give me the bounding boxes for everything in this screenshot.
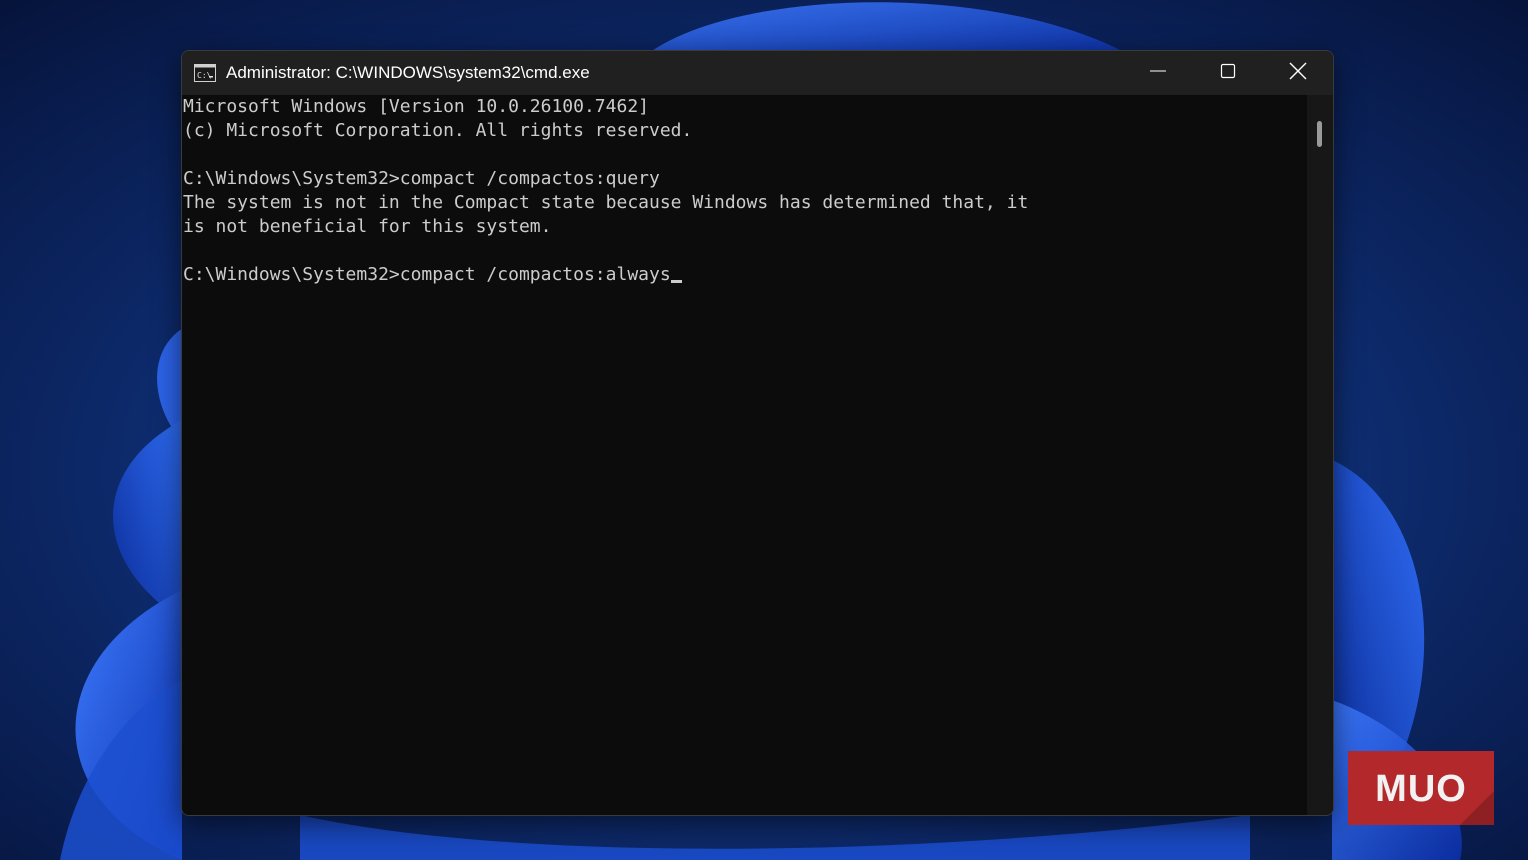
vertical-scrollbar[interactable] [1307, 95, 1333, 815]
console-line: Microsoft Windows [Version 10.0.26100.74… [183, 96, 649, 117]
console-line: C:\Windows\System32>compact /compactos:q… [183, 168, 660, 189]
text-cursor [670, 280, 682, 283]
console-line: (c) Microsoft Corporation. All rights re… [183, 120, 693, 141]
muo-logo-text: MUO [1375, 768, 1467, 810]
current-command: C:\Windows\System32>compact /compactos:a… [183, 264, 671, 285]
console-line: is not beneficial for this system. [183, 216, 552, 237]
scrollbar-thumb[interactable] [1317, 121, 1322, 147]
maximize-button[interactable] [1193, 51, 1263, 95]
cmd-icon: C:\ [194, 64, 216, 82]
console-line: The system is not in the Compact state b… [183, 192, 1029, 213]
close-button[interactable] [1263, 51, 1333, 95]
minimize-icon [1150, 63, 1166, 84]
console-output[interactable]: Microsoft Windows [Version 10.0.26100.74… [182, 95, 1307, 815]
window-title: Administrator: C:\WINDOWS\system32\cmd.e… [226, 63, 590, 82]
svg-text:C:\: C:\ [197, 71, 212, 80]
cmd-window[interactable]: C:\ Administrator: C:\WINDOWS\system32\c… [181, 50, 1334, 816]
minimize-button[interactable] [1123, 51, 1193, 95]
close-icon [1289, 62, 1307, 85]
muo-watermark-logo: MUO [1348, 751, 1494, 825]
maximize-icon [1220, 63, 1236, 84]
command-input-line[interactable]: C:\Windows\System32>compact /compactos:a… [182, 263, 1307, 287]
title-bar[interactable]: C:\ Administrator: C:\WINDOWS\system32\c… [182, 51, 1333, 95]
